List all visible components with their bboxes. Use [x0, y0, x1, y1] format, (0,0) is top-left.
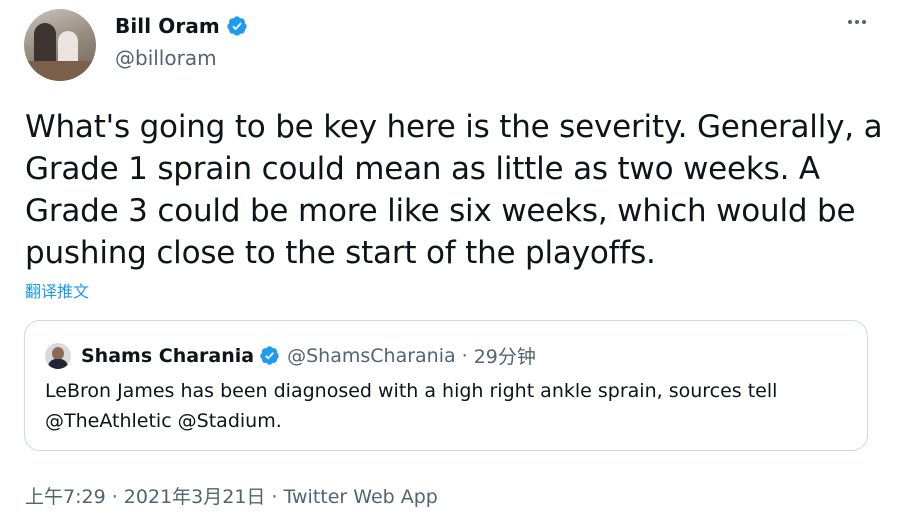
more-horizontal-icon	[848, 20, 852, 24]
quoted-author-avatar	[45, 343, 71, 369]
quoted-tweet-text: LeBron James has been diagnosed with a h…	[45, 380, 778, 432]
author-handle[interactable]: @billoram	[115, 46, 217, 70]
separator-dot: ·	[461, 344, 468, 367]
verified-badge-icon	[260, 346, 279, 365]
tweet-time-link[interactable]: 上午7:29	[25, 486, 106, 508]
quoted-header: Shams Charania @ShamsCharania · 29分钟	[81, 342, 536, 369]
more-options-button[interactable]	[844, 16, 870, 28]
tweet-date-link[interactable]: 2021年3月21日	[124, 486, 266, 508]
avatar-body	[48, 359, 68, 369]
author-name[interactable]: Bill Oram	[115, 14, 220, 38]
tweet-meta: 上午7:29 · 2021年3月21日 · Twitter Web App	[25, 482, 438, 509]
verified-badge-icon	[227, 16, 247, 36]
quoted-timestamp: 29分钟	[473, 346, 536, 368]
translate-tweet-link[interactable]: 翻译推文	[25, 278, 89, 302]
avatar-background	[24, 61, 96, 81]
tweet-text: What's going to be key here is the sever…	[25, 109, 883, 271]
quoted-author-name: Shams Charania	[81, 344, 255, 367]
author-name-row: Bill Oram	[115, 14, 248, 38]
quoted-author-handle: @ShamsCharania	[287, 344, 456, 367]
quoted-tweet-card[interactable]: Shams Charania @ShamsCharania · 29分钟 LeB…	[24, 320, 868, 451]
meta-separator: ·	[105, 486, 124, 508]
more-horizontal-icon	[855, 20, 859, 24]
tweet-source-link[interactable]: Twitter Web App	[284, 486, 438, 508]
author-avatar[interactable]	[24, 9, 96, 81]
more-horizontal-icon	[862, 20, 866, 24]
meta-separator: ·	[265, 486, 284, 508]
